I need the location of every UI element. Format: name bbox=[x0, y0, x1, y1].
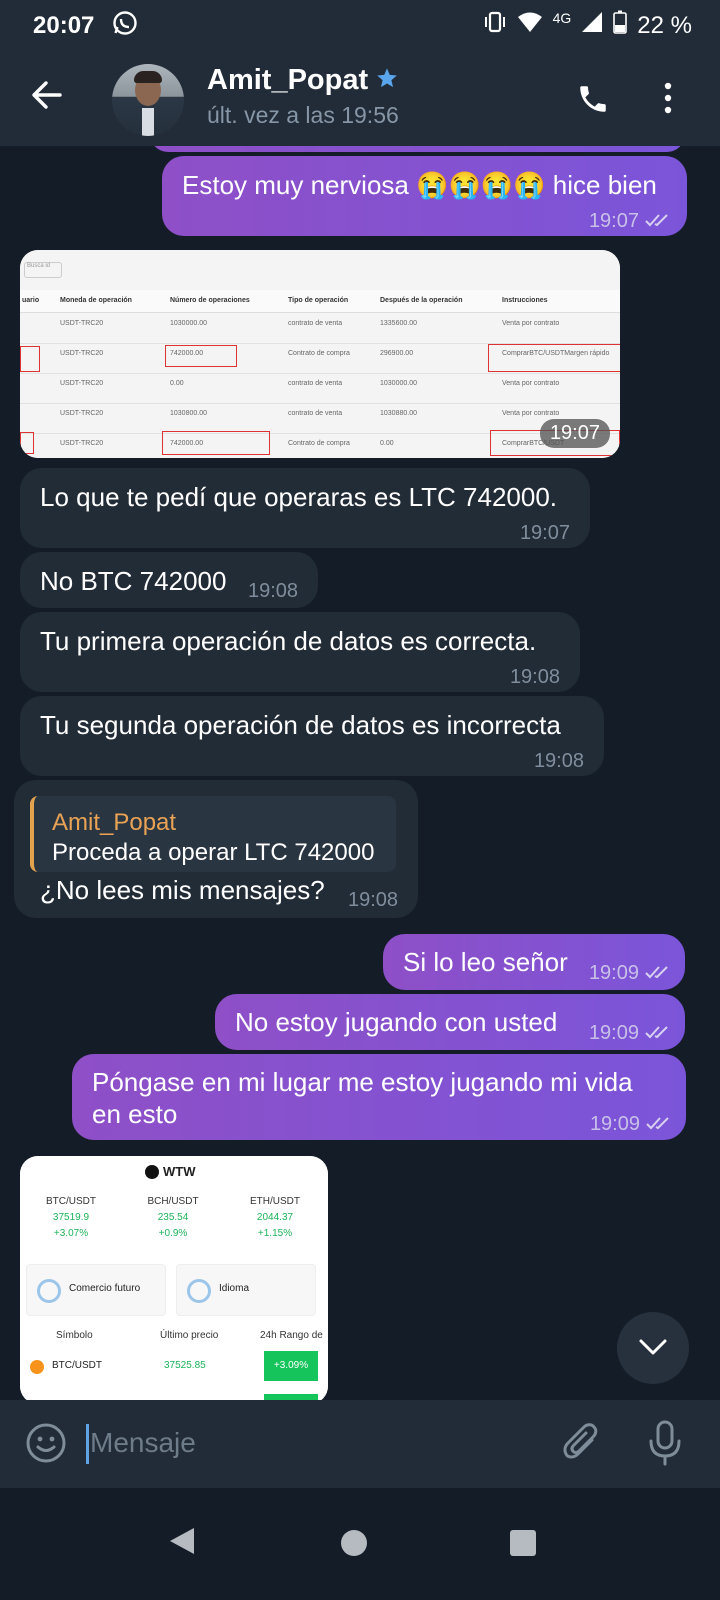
message-meta: 19:07 bbox=[589, 205, 673, 238]
message-outgoing-partial[interactable] bbox=[150, 146, 685, 152]
table-header: uario Moneda de operación Número de oper… bbox=[20, 290, 620, 313]
message-meta: 19:09 bbox=[589, 1017, 673, 1050]
wifi-icon bbox=[517, 11, 543, 40]
contact-avatar[interactable] bbox=[112, 64, 184, 136]
status-bar: 20:07 4G 22 % bbox=[0, 0, 720, 50]
phone-icon[interactable] bbox=[576, 82, 610, 121]
message-text: Estoy muy nerviosa 😭😭😭😭 hice bien bbox=[182, 170, 657, 200]
back-arrow-icon[interactable] bbox=[30, 78, 64, 117]
exchange-app-screenshot: WTW BTC/USDT 37519.9 +3.07% BCH/USDT 235… bbox=[20, 1156, 328, 1404]
scroll-down-button[interactable] bbox=[617, 1312, 689, 1384]
double-check-icon bbox=[645, 205, 673, 238]
highlight-box bbox=[20, 346, 40, 372]
message-time: 19:08 bbox=[348, 889, 399, 911]
message-incoming[interactable]: Tu primera operación de datos es correct… bbox=[20, 612, 580, 692]
network-type: 4G bbox=[552, 9, 572, 26]
last-seen: últ. vez a las 19:56 bbox=[207, 102, 399, 128]
battery-icon bbox=[613, 10, 628, 41]
message-incoming[interactable]: Lo que te pedí que operaras es LTC 74200… bbox=[20, 468, 590, 548]
double-check-icon bbox=[645, 1017, 673, 1050]
message-outgoing[interactable]: No estoy jugando con usted 19:09 bbox=[215, 994, 685, 1050]
table-row: USDT-TRC20 0.00 contrato de venta 1030000.0… bbox=[20, 373, 620, 404]
message-incoming[interactable]: Tu segunda operación de datos es incorre… bbox=[20, 696, 604, 776]
system-navigation-bar bbox=[0, 1488, 720, 1600]
message-incoming[interactable]: No BTC 742000 19:08 bbox=[20, 552, 318, 608]
message-time: 19:09 bbox=[588, 962, 639, 984]
quote-author: Amit_Popat bbox=[52, 809, 177, 836]
message-time: 19:07 bbox=[588, 210, 639, 232]
chevron-down-icon bbox=[639, 1338, 667, 1361]
language-card: Idioma bbox=[176, 1264, 316, 1316]
futures-card: Comercio futuro bbox=[26, 1264, 166, 1316]
message-time: 19:08 bbox=[509, 666, 560, 688]
highlight-box bbox=[162, 431, 270, 455]
message-text-line1: Póngase en mi lugar me estoy jugando mi … bbox=[92, 1067, 633, 1097]
vibrate-icon bbox=[483, 11, 507, 40]
wtw-logo: WTW bbox=[145, 1164, 195, 1179]
nav-back-icon[interactable] bbox=[168, 1526, 196, 1561]
highlight-box bbox=[165, 345, 237, 367]
image-message-table[interactable]: Busca id uario Moneda de operación Númer… bbox=[20, 250, 620, 458]
message-text: No estoy jugando con usted bbox=[235, 1007, 558, 1037]
double-check-icon bbox=[646, 1108, 674, 1141]
message-input-bar: Mensaje bbox=[0, 1400, 720, 1488]
message-text: No BTC 742000 bbox=[40, 566, 227, 596]
pair-ticker: BTC/USDT 37519.9 +3.07% bbox=[46, 1196, 96, 1239]
message-time: 19:08 bbox=[248, 580, 299, 602]
message-text: ¿No lees mis mensajes? bbox=[40, 875, 325, 905]
quote-text: Proceda a operar LTC 742000 bbox=[52, 839, 375, 866]
paperclip-icon[interactable] bbox=[562, 1422, 602, 1471]
message-outgoing[interactable]: Si lo leo señor 19:09 bbox=[383, 934, 685, 990]
text-cursor bbox=[86, 1424, 89, 1464]
message-text: Lo que te pedí que operaras es LTC 74200… bbox=[40, 482, 558, 512]
pair-ticker: ETH/USDT 2044.37 +1.15% bbox=[250, 1196, 300, 1239]
emoji-icon[interactable] bbox=[25, 1422, 67, 1469]
pair-ticker: BCH/USDT 235.54 +0.9% bbox=[147, 1196, 199, 1239]
change-badge: +3.09% bbox=[264, 1351, 318, 1381]
image-time: 19:07 bbox=[539, 419, 610, 448]
message-outgoing[interactable]: Póngase en mi lugar me estoy jugando mi … bbox=[72, 1054, 686, 1140]
image-message-app[interactable]: WTW BTC/USDT 37519.9 +3.07% BCH/USDT 235… bbox=[20, 1156, 328, 1404]
message-text-line2: en esto bbox=[92, 1099, 178, 1129]
trade-table-screenshot: Busca id uario Moneda de operación Númer… bbox=[20, 250, 620, 458]
message-text: Tu segunda operación de datos es incorre… bbox=[40, 710, 561, 740]
message-incoming-reply[interactable]: Amit_Popat Proceda a operar LTC 742000 ¿… bbox=[14, 780, 418, 918]
reply-quote[interactable]: Amit_Popat Proceda a operar LTC 742000 bbox=[30, 796, 396, 872]
bitcoin-icon bbox=[30, 1360, 44, 1374]
message-input[interactable]: Mensaje bbox=[90, 1427, 196, 1459]
table-search: Busca id bbox=[24, 262, 62, 278]
battery-level: 22 % bbox=[637, 11, 692, 39]
message-time: 19:09 bbox=[588, 1022, 639, 1044]
table-row: USDT-TRC20 1030000.00 contrato de venta 133… bbox=[20, 313, 620, 344]
double-check-icon bbox=[645, 957, 673, 990]
message-list[interactable]: Estoy muy nerviosa 😭😭😭😭 hice bien 19:07 … bbox=[0, 146, 720, 1424]
contact-name-row[interactable]: Amit_Popat bbox=[207, 64, 398, 97]
more-options-icon[interactable] bbox=[664, 82, 672, 119]
message-text: Si lo leo señor bbox=[403, 947, 568, 977]
message-meta: 19:09 bbox=[589, 957, 673, 990]
message-time: 19:08 bbox=[533, 750, 584, 772]
highlight-box bbox=[20, 432, 34, 454]
nav-home-icon[interactable] bbox=[341, 1530, 367, 1556]
highlight-box bbox=[488, 344, 620, 372]
message-time: 19:07 bbox=[519, 522, 570, 544]
message-outgoing[interactable]: Estoy muy nerviosa 😭😭😭😭 hice bien 19:07 bbox=[162, 156, 687, 236]
message-time: 19:09 bbox=[589, 1113, 640, 1135]
signal-icon bbox=[581, 11, 603, 40]
message-meta: 19:09 bbox=[590, 1108, 674, 1141]
star-icon bbox=[376, 64, 398, 97]
status-time: 20:07 bbox=[33, 12, 95, 39]
contact-name: Amit_Popat bbox=[207, 64, 369, 96]
microphone-icon[interactable] bbox=[648, 1420, 682, 1471]
nav-recents-icon[interactable] bbox=[510, 1530, 536, 1556]
whatsapp-icon bbox=[112, 10, 138, 43]
message-text: Tu primera operación de datos es correct… bbox=[40, 626, 537, 656]
chat-header: Amit_Popat últ. vez a las 19:56 bbox=[0, 50, 720, 146]
